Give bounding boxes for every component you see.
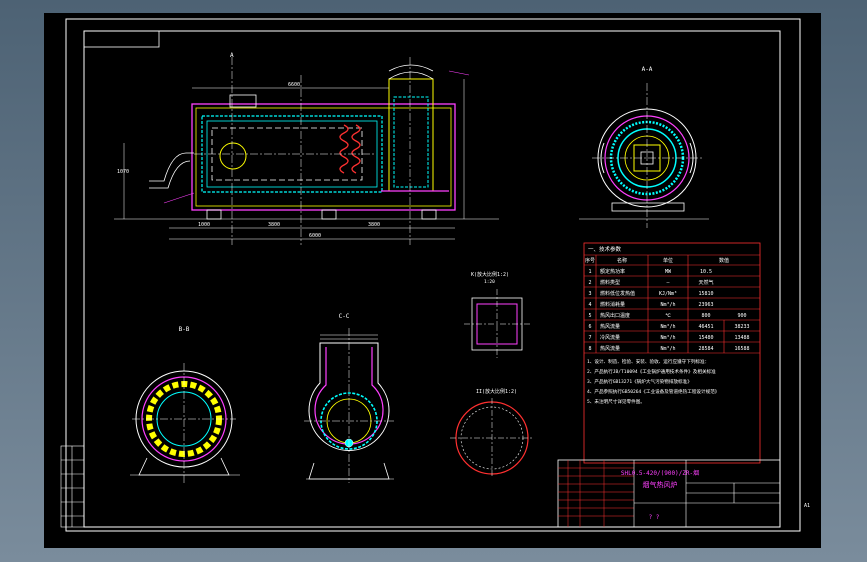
detail-k-scale: 1:20 xyxy=(484,279,495,285)
spec-cell-r6-c3: 15480 xyxy=(698,335,713,341)
spec-table: 一、技术参数 序号 名称 单位 数值 1 额定热功率 MW 10.5 2 燃料类型 — 天然气… xyxy=(583,242,761,464)
col-name: 名称 xyxy=(617,257,627,264)
spec-cell-r6-c2: Nm³/h xyxy=(660,335,675,341)
spec-cell-r3-c0: 4 xyxy=(588,302,591,308)
cad-viewport[interactable]: 6000 3800 3800 6600 1000 1070 A A-A 一、技术… xyxy=(44,13,821,548)
drawing-title-line1: SHL0.5-420/(900)/ZR-烟 xyxy=(621,469,699,477)
dim-6000: 6000 xyxy=(309,233,321,239)
spec-cell-r1-c2: — xyxy=(666,280,670,286)
spec-cell-r7-c0: 8 xyxy=(588,346,591,352)
note-line: 3、产品执行GB13271《锅炉大气污染物排放标准》 xyxy=(587,378,692,385)
corner-box xyxy=(83,30,160,48)
dim-1070: 1070 xyxy=(117,169,129,175)
spec-cell-r2-c2: KJ/Nm³ xyxy=(659,291,677,297)
spec-cell-r4-c2: ℃ xyxy=(665,313,671,319)
spec-cell-r4-c1: 热风出口温度 xyxy=(600,312,630,319)
spec-cell-r6-c0: 7 xyxy=(588,335,591,341)
spec-cell-r6-c4: 13488 xyxy=(734,335,749,341)
col-value: 数值 xyxy=(719,257,729,264)
spec-cell-r7-c1: 热风流量 xyxy=(600,345,620,352)
dim-3800-b: 3800 xyxy=(368,222,380,228)
spec-cell-r6-c1: 冷风流量 xyxy=(600,334,620,341)
note-line: 1、设计、制造、检验、安装、验收、运行应遵守下列标准： xyxy=(587,358,709,365)
dim-6600: 6600 xyxy=(288,82,300,88)
spec-cell-r4-c0: 5 xyxy=(588,313,591,319)
spec-cell-r0-c1: 额定热功率 xyxy=(600,268,625,275)
spec-cell-r5-c3: 46451 xyxy=(698,324,713,330)
dim-3800-a: 3800 xyxy=(268,222,280,228)
spec-cell-r3-c2: Nm³/h xyxy=(660,302,675,308)
spec-cell-r3-c3: 23963 xyxy=(698,302,713,308)
spec-cell-r0-c2: MW xyxy=(665,269,672,275)
sheet-size-mark: A1 xyxy=(804,503,810,509)
spec-cell-r5-c1: 热风流量 xyxy=(600,323,620,330)
spec-cell-r4-c3: 800 xyxy=(701,313,710,319)
col-unit: 单位 xyxy=(663,257,673,264)
view-cc: C-C xyxy=(304,313,394,483)
detail-k: K(放大比例1:2) 1:20 xyxy=(464,271,530,358)
note-line: 2、产品执行JB/T10094《工业锅炉通用技术条件》及相关标准 xyxy=(587,368,716,375)
view-aa-label: A-A xyxy=(642,66,653,73)
spec-cell-r2-c0: 3 xyxy=(588,291,591,297)
title-block: SHL0.5-420/(900)/ZR-烟 烟气热风炉 ? ? xyxy=(557,459,781,528)
spec-cell-r1-c3: 天然气 xyxy=(698,279,713,286)
spec-cell-r7-c2: Nm³/h xyxy=(660,346,675,352)
spec-cell-r2-c3: 15810 xyxy=(698,291,713,297)
view-cc-label: C-C xyxy=(339,313,350,320)
note-line: 4、产品参照执行GB50264《工业设备及管道绝热工程设计规范》 xyxy=(587,388,719,395)
detail-k-label: K(放大比例1:2) xyxy=(471,271,509,278)
spec-cell-r5-c0: 6 xyxy=(588,324,591,330)
spec-cell-r1-c1: 燃料类型 xyxy=(600,279,620,286)
spec-cell-r0-c0: 1 xyxy=(588,269,591,275)
spec-cell-r5-c4: 38233 xyxy=(734,324,749,330)
spec-cell-r7-c4: 16588 xyxy=(734,346,749,352)
drawing-title-line2: 烟气热风炉 xyxy=(643,480,678,489)
spec-cell-r7-c3: 28584 xyxy=(698,346,713,352)
view-bb: B-B xyxy=(130,326,240,483)
main-section-view: 6000 3800 3800 6600 1000 1070 A xyxy=(114,52,499,245)
detail-ii-label: II(放大比例1:2) xyxy=(476,388,517,395)
drawing-subtitle: ? ? xyxy=(649,514,660,521)
view-aa: A-A xyxy=(579,66,709,228)
drawing-canvas: 6000 3800 3800 6600 1000 1070 A A-A 一、技术… xyxy=(60,18,810,532)
view-bb-label: B-B xyxy=(179,326,190,333)
spec-cell-r5-c2: Nm³/h xyxy=(660,324,675,330)
spec-cell-r0-c3: 10.5 xyxy=(700,269,712,275)
spec-cell-r3-c1: 燃料消耗量 xyxy=(600,301,625,308)
spec-cell-r1-c0: 2 xyxy=(588,280,591,286)
revision-block xyxy=(60,445,85,528)
spec-cell-r2-c1: 燃料低位发热值 xyxy=(600,290,635,297)
detail-ii: II(放大比例1:2) xyxy=(450,388,534,478)
note-line: 5、未注明尺寸详见零件图。 xyxy=(587,398,645,405)
col-no: 序号 xyxy=(585,257,595,264)
dim-1000: 1000 xyxy=(198,222,210,228)
section-mark-a: A xyxy=(230,52,234,59)
spec-cell-r4-c4: 900 xyxy=(737,313,746,319)
spec-table-title: 一、技术参数 xyxy=(588,245,622,253)
